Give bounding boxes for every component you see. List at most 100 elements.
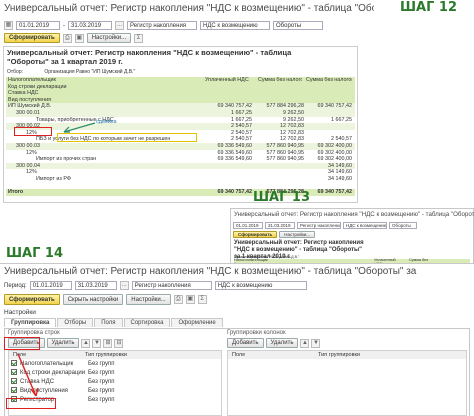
delete-button[interactable]: Удалить [46,338,80,348]
column-header: Налогоплательщик [8,77,56,83]
report-toolbar-row2: Сформировать Настройки... [233,231,316,238]
cell-value: 34 149,60 [328,169,352,176]
tab-appearance[interactable]: Оформление [171,318,223,327]
row-label: ИП Шумский Д.В. [8,103,52,110]
date-from-field[interactable]: 01.01.2019 [233,222,263,229]
window-title: Универсальный отчет: Регистр накопления … [4,266,417,277]
generate-button[interactable]: Сформировать [4,33,60,43]
register-field[interactable]: НДС к возмещению [200,21,270,30]
step-label: ШАГ 14 [6,246,64,261]
sum-icon[interactable]: Σ [197,295,207,304]
column-header: Поле [232,352,246,358]
table-field[interactable]: Обороты [273,21,323,30]
grouping-type[interactable]: Без групп [88,369,115,378]
table-row[interactable]: 300 00.04 34 149,60 [6,162,355,170]
move-down-icon[interactable]: ▼ [311,338,321,348]
header-row: Налогоплательщик Уплаченный НДС Сумма бе… [6,77,355,84]
hide-settings-button[interactable]: Скрыть настройки [62,294,124,305]
generate-button[interactable]: Сформировать [4,294,60,305]
column-header: Вид поступления [8,96,52,103]
save-icon[interactable]: ▣ [74,33,84,43]
sum-icon[interactable]: Σ [134,33,144,43]
report-toolbar: 01.01.2019 31.03.2019 Регистр накопления… [233,222,417,229]
move-up-icon[interactable]: ▲ [300,338,310,348]
grouping-type[interactable]: Без групп [88,378,115,387]
settings-button[interactable]: Настройки... [86,33,132,43]
ungroup-icon[interactable]: ⊟ [114,338,124,348]
report-type-field[interactable]: Регистр накопления [297,222,341,229]
report-window-1: Универсальный отчет: Регистр накопления … [0,0,474,208]
tab-grouping[interactable]: Группировка [4,318,57,327]
date-to-field[interactable]: 31.03.2019 [265,222,295,229]
cell-value: 12 702,83 [280,129,304,136]
report-type-field[interactable]: Регистр накопления [131,281,212,290]
report-toolbar-row2: Сформировать ⎙ ▣ Настройки... Σ [4,33,144,43]
grouping-type[interactable]: Без групп [88,360,115,369]
cell-value: 69 336 549,60 [217,156,252,163]
col-grouping-title: Группировки колонок [227,330,286,336]
calendar-icon[interactable]: ▦ [4,21,13,30]
row-label: Импорт из РФ [36,176,71,182]
group-icon[interactable]: ⊞ [103,338,113,348]
period-select-button[interactable]: ... [119,281,129,290]
settings-panel: Группировка строк Группировки колонок До… [4,328,470,416]
table-row[interactable]: Импорт из РФ 34 149,60 [6,176,355,183]
date-from-field[interactable]: 01.01.2019 [29,281,72,290]
column-header: Код строки декларации [8,83,67,90]
cell-value: 9 262,50 [283,110,304,116]
col-grouping-list: Поле Тип группировки [227,350,467,416]
table-row[interactable]: 300 00.02 2 540,57 12 702,83 [6,123,355,130]
cell-value: 34 149,60 [328,176,352,182]
register-field[interactable]: НДС к возмещению [343,222,387,229]
tab-fields[interactable]: Поля [94,318,123,327]
cell-value: 69 340 757,42 [317,103,352,110]
settings-button[interactable]: Настройки... [279,231,316,238]
cell-value: 12 702,83 [280,136,304,143]
print-icon[interactable]: ⎙ [62,33,72,43]
column-header: Тип группировки [85,352,127,358]
step-label: ШАГ 12 [400,0,458,15]
cell-value: 2 540,57 [231,129,252,136]
register-field[interactable]: НДС к возмещению [214,281,307,290]
col-grouping-toolbar: Добавить Удалить ▲ ▼ [227,338,321,348]
delete-column-group-button[interactable]: Удалить [265,338,299,348]
grouping-type[interactable]: Без групп [88,387,115,396]
add-column-group-button[interactable]: Добавить [227,338,264,348]
table-row[interactable]: Импорт из прочих стран 69 336 549,60 577… [6,156,355,163]
tab-sorting[interactable]: Сортировка [123,318,171,327]
row-label: 12% [26,169,37,176]
filter-label: Отбор: [7,69,23,75]
report-toolbar: ▦ 01.01.2019 - 31.03.2019 ... Регистр на… [4,21,323,30]
table-row[interactable]: 12% 69 336 549,60 577 860 940,95 69 302 … [6,150,355,157]
move-up-icon[interactable]: ▲ [81,338,91,348]
cell-value: 577 860 940,95 [266,156,304,163]
date-to-field[interactable]: 31.03.2019 [68,21,112,30]
grouping-type[interactable]: Без групп [88,396,115,405]
period-select-button[interactable]: ... [115,21,124,30]
date-to-field[interactable]: 31.03.2019 [74,281,117,290]
date-from-field[interactable]: 01.01.2019 [16,21,60,30]
settings-button[interactable]: Настройки... [126,294,171,305]
tab-filters[interactable]: Отборы [57,318,94,327]
highlight-red-box [14,127,52,136]
table-field[interactable]: Обороты [389,222,417,229]
header-row: Ставка НДС [6,90,355,97]
table-row[interactable]: Товары, приобретенные с НДС 1 667,25 9 2… [6,117,355,124]
table-row[interactable]: 300 00.01 1 667,25 9 262,50 [6,110,355,117]
table-row[interactable]: ИП Шумский Д.В. 69 340 757,42 577 884 29… [6,103,355,110]
list-header: Поле Тип группировки [228,351,466,359]
move-down-icon[interactable]: ▼ [92,338,102,348]
step-label: ШАГ 13 [253,190,311,205]
table-row[interactable]: 300 00.03 69 336 549,60 577 860 940,95 6… [6,143,355,150]
table-row[interactable]: 12% 34 149,60 [6,169,355,176]
column-header: Тип группировки [318,352,360,358]
column-header: Сумма без налогов [258,77,302,83]
annotation-arrow-icon [63,122,96,133]
save-icon[interactable]: ▣ [185,295,195,304]
print-icon[interactable]: ⎙ [173,295,183,304]
annotation-label: сдвойка [96,119,117,125]
cell-value: 577 860 940,95 [266,149,304,156]
window-title: Универсальный отчет: Регистр накопления … [234,211,474,218]
report-type-field[interactable]: Регистр накопления [127,21,197,30]
generate-button[interactable]: Сформировать [233,231,278,238]
